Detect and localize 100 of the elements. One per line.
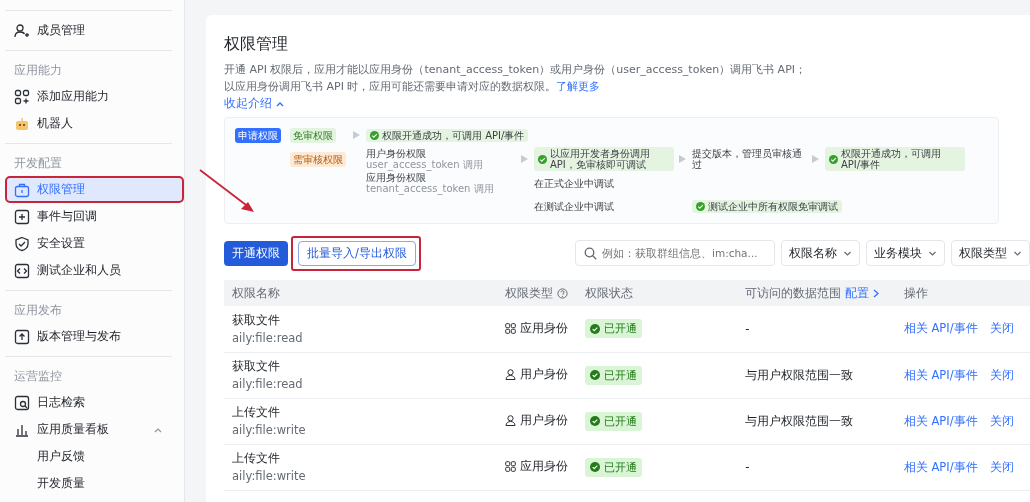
code-square-icon [14, 262, 30, 279]
sidebar-item[interactable]: 版本管理与发布 [5, 323, 172, 350]
status-badge: 已开通 [584, 365, 642, 385]
success-text: 测试企业中所有权限免审调试 [708, 200, 838, 212]
permission-name: 获取文件 [232, 359, 281, 374]
check-circle-icon [589, 370, 600, 380]
filter-dropdown[interactable]: 业务模块 [866, 240, 945, 266]
success-text: 权限开通成功，可调用 API/事件 [841, 148, 942, 170]
column-header: 操作 [903, 285, 928, 301]
column-header: 权限名称 [232, 285, 280, 301]
tag: 需审核权限 [290, 151, 346, 167]
configure-link[interactable]: 配置 [845, 285, 881, 301]
grid-icon [505, 322, 516, 334]
shield-check-icon [14, 235, 30, 252]
search-icon [584, 247, 597, 260]
identity-type: 应用身份 [520, 320, 568, 336]
status-badge: 已开通 [584, 319, 642, 339]
check-circle-icon [538, 154, 547, 164]
identity-type: 用户身份 [520, 367, 568, 382]
sidebar-item[interactable]: 日志检索 [5, 389, 172, 416]
grid-icon [505, 461, 516, 472]
action-link[interactable]: 关闭 [989, 367, 1014, 383]
action-link[interactable]: 相关 API/事件 [903, 321, 978, 337]
triangle-arrow-icon [812, 155, 819, 163]
success-text: 权限开通成功，可调用 API/事件 [382, 129, 525, 141]
check-circle-icon [696, 201, 705, 211]
tag: 申请权限 [235, 127, 281, 143]
permission-name: 上传文件 [232, 405, 281, 420]
note-text: user_access_token 调用 [366, 159, 483, 170]
section-title: 运营监控 [13, 368, 63, 385]
sidebar-item[interactable]: 开发质量 [5, 470, 172, 497]
collapse-link[interactable]: 收起介绍 [224, 96, 285, 111]
identity-type: 用户身份 [520, 413, 568, 428]
permission-name: 上传文件 [232, 451, 281, 466]
permission-scope: aily:file:write [232, 469, 307, 483]
check-circle-icon [589, 323, 600, 334]
action-link[interactable]: 关闭 [989, 321, 1014, 337]
note-text: tenant_access_token 调用 [366, 183, 494, 194]
action-link[interactable]: 关闭 [989, 413, 1014, 429]
label-text: 应用身份权限 [366, 172, 427, 183]
batch-import-export-button[interactable]: 批量导入/导出权限 [298, 240, 416, 266]
tag: 免审权限 [290, 127, 336, 143]
person-icon [505, 369, 516, 380]
robot-icon [14, 115, 30, 132]
triangle-arrow-icon [353, 131, 360, 139]
plus-square-icon [14, 208, 30, 225]
sidebar-item[interactable]: 机器人 [5, 110, 172, 137]
log-search-icon [14, 394, 30, 411]
action-link[interactable]: 关闭 [989, 459, 1014, 475]
enable-permission-button[interactable]: 开通权限 [224, 240, 288, 266]
label-text: 用户身份权限 [366, 148, 427, 159]
action-link[interactable]: 相关 API/事件 [903, 367, 978, 383]
grid-plus-icon [14, 88, 30, 105]
data-range: - [745, 321, 750, 336]
success-text: 以应用开发者身份调用 API，免审核即可调试 [550, 148, 651, 170]
data-range: - [745, 460, 750, 474]
check-circle-icon [589, 416, 600, 426]
check-circle-icon [589, 462, 600, 472]
status-badge: 已开通 [584, 411, 642, 431]
learn-more-link[interactable]: 了解更多 [556, 80, 601, 93]
sidebar-item[interactable]: 事件与回调 [5, 203, 172, 230]
permission-name: 获取文件 [232, 312, 281, 328]
person-plus-icon [14, 22, 30, 39]
step-text: 提交版本，管理员审核通过 [692, 148, 803, 170]
column-header: 权限类型 [505, 285, 568, 301]
action-link[interactable]: 相关 API/事件 [903, 459, 978, 475]
upload-square-icon [14, 328, 30, 345]
person-icon [505, 415, 516, 426]
search-field[interactable]: 例如：获取群组信息、im:cha... [575, 240, 775, 266]
sidebar-item[interactable]: 添加应用能力 [5, 83, 172, 110]
triangle-arrow-icon [521, 155, 528, 163]
description-text: 开通 API 权限后，应用才能以应用身份（tenant_access_token）或用户身份（user_access_token）调用飞书 API；以应用身份调用飞书 API 时，应用可能还需要申请对应的数据权限。了解更多 [224, 62, 808, 95]
sidebar-item[interactable]: 成员管理 [5, 17, 172, 44]
data-range: 与用户权限范围一致 [745, 413, 854, 428]
action-link[interactable]: 相关 API/事件 [903, 413, 978, 429]
column-header: 权限状态 [584, 285, 633, 301]
step-text: 在测试企业中调试 [534, 200, 614, 212]
sidebar-item[interactable]: 测试企业和人员 [5, 257, 172, 284]
data-range: 与用户权限范围一致 [745, 367, 854, 382]
chevron-right-icon [872, 288, 881, 298]
sidebar-item[interactable]: 安全设置 [5, 230, 172, 257]
check-circle-icon [370, 130, 379, 140]
column-header: 可访问的数据范围 [745, 285, 842, 301]
section-title: 应用发布 [13, 302, 63, 319]
briefcase-icon [14, 181, 30, 198]
section-title: 开发配置 [13, 155, 63, 172]
check-circle-icon [829, 154, 838, 164]
permission-scope: aily:file:write [232, 423, 307, 437]
section-title: 应用能力 [13, 62, 63, 79]
step-text: 在正式企业中调试 [534, 177, 614, 189]
triangle-arrow-icon [679, 155, 686, 163]
permission-scope: aily:file:read [232, 377, 304, 391]
identity-type: 应用身份 [520, 459, 568, 474]
sidebar-item[interactable]: 应用质量看板 [5, 416, 172, 443]
filter-dropdown[interactable]: 权限类型 [951, 240, 1030, 266]
sidebar-item[interactable]: 权限管理 [5, 176, 184, 203]
page-title: 权限管理 [224, 33, 289, 55]
status-badge: 已开通 [584, 457, 642, 477]
sidebar-item[interactable]: 用户反馈 [5, 443, 172, 470]
filter-dropdown[interactable]: 权限名称 [781, 240, 860, 266]
